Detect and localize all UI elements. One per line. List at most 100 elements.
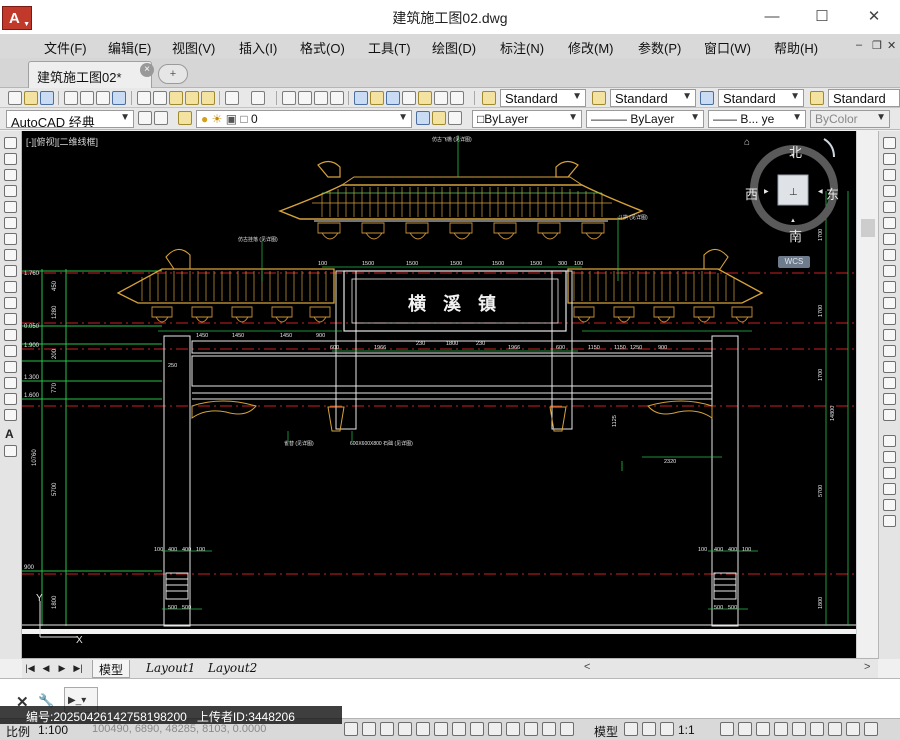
minimize-button[interactable]: — — [754, 6, 790, 28]
menu-edit[interactable]: 编辑(E) — [108, 38, 151, 57]
hatch-icon[interactable] — [4, 361, 17, 373]
annotation-visibility-icon[interactable] — [660, 722, 674, 736]
add-selected-icon[interactable] — [4, 445, 17, 457]
lineweight-icon[interactable] — [488, 722, 502, 736]
menu-help[interactable]: 帮助(H) — [774, 38, 818, 57]
break-icon[interactable] — [883, 329, 896, 341]
plot-style-select[interactable]: ByColor ▼ — [810, 110, 890, 128]
explode-icon[interactable] — [883, 409, 896, 421]
tool-palettes-icon[interactable] — [386, 91, 400, 105]
layer-previous-icon[interactable] — [432, 111, 446, 125]
circle-icon[interactable] — [4, 233, 17, 245]
annotation-monitor-icon[interactable] — [560, 722, 574, 736]
new-icon[interactable] — [8, 91, 22, 105]
quick-view-drawings-icon[interactable] — [642, 722, 656, 736]
model-space-button[interactable]: 模型 — [594, 723, 618, 740]
array-icon[interactable] — [883, 201, 896, 213]
tab-layout1[interactable]: Layout1 — [140, 660, 201, 678]
polar-icon[interactable] — [398, 722, 412, 736]
redo-icon[interactable] — [251, 91, 265, 105]
open-icon[interactable] — [24, 91, 38, 105]
match-properties-icon[interactable] — [185, 91, 199, 105]
bring-to-front-icon[interactable] — [883, 451, 896, 463]
menu-format[interactable]: 格式(O) — [300, 38, 345, 57]
mirror-icon[interactable] — [883, 169, 896, 181]
ellipse-icon[interactable] — [4, 281, 17, 293]
pan-icon[interactable] — [282, 91, 296, 105]
text-style-select[interactable]: Standard ▼ — [500, 89, 586, 107]
scale-icon[interactable] — [883, 249, 896, 261]
point-icon[interactable] — [4, 345, 17, 357]
grid-icon[interactable] — [344, 722, 358, 736]
quickcalc-icon[interactable] — [434, 91, 448, 105]
chamfer-icon[interactable] — [883, 361, 896, 373]
scroll-left-icon[interactable]: < — [584, 661, 590, 673]
insert-block-icon[interactable] — [4, 313, 17, 325]
text-above-icon[interactable] — [883, 515, 896, 527]
snap-icon[interactable] — [362, 722, 376, 736]
plot-preview-icon[interactable] — [80, 91, 94, 105]
menu-draw[interactable]: 绘图(D) — [432, 38, 476, 57]
join-icon[interactable] — [883, 345, 896, 357]
dim-style-select[interactable]: Standard ▼ — [610, 89, 696, 107]
break-at-point-icon[interactable] — [883, 313, 896, 325]
status-menu-icon[interactable] — [864, 722, 878, 736]
menu-modify[interactable]: 修改(M) — [568, 38, 614, 57]
ducs-icon[interactable] — [452, 722, 466, 736]
move-icon[interactable] — [883, 217, 896, 229]
extend-icon[interactable] — [883, 297, 896, 309]
clean-screen-icon[interactable] — [810, 722, 824, 736]
plot-icon[interactable] — [64, 91, 78, 105]
offset-icon[interactable] — [883, 185, 896, 197]
linetype-select[interactable]: ——— ByLayer ▼ — [586, 110, 704, 128]
scale-value[interactable]: 1:100 — [38, 723, 68, 737]
last-layout-icon[interactable]: ▶| — [72, 662, 84, 675]
copy-icon[interactable] — [153, 91, 167, 105]
multileader-style-icon[interactable] — [810, 91, 824, 105]
viewcube-south-label[interactable]: 南 — [789, 226, 802, 245]
revision-cloud-icon[interactable] — [4, 249, 17, 261]
rotate-icon[interactable] — [883, 233, 896, 245]
spline-icon[interactable] — [4, 265, 17, 277]
quick-view-layouts-icon[interactable] — [624, 722, 638, 736]
quick-properties-icon[interactable] — [524, 722, 538, 736]
viewcube-arrow-icon[interactable]: ▶ — [764, 189, 769, 195]
lineweight-select[interactable]: —— B... ye ▼ — [708, 110, 806, 128]
erase-icon[interactable] — [883, 137, 896, 149]
osnap-icon[interactable] — [416, 722, 430, 736]
isolate-objects-icon[interactable] — [792, 722, 806, 736]
dim-style-icon[interactable] — [592, 91, 606, 105]
new-tab-button[interactable]: + — [158, 64, 188, 84]
layer-properties-icon[interactable] — [178, 111, 192, 125]
customization-icon[interactable] — [828, 722, 842, 736]
line-icon[interactable] — [4, 137, 17, 149]
sheet-set-icon[interactable] — [402, 91, 416, 105]
first-layout-icon[interactable]: |◀ — [24, 662, 36, 675]
previous-layout-icon[interactable]: ◀ — [40, 662, 52, 675]
send-to-back-icon[interactable] — [883, 467, 896, 479]
region-icon[interactable] — [4, 393, 17, 405]
table-icon[interactable] — [4, 409, 17, 421]
stretch-icon[interactable] — [883, 265, 896, 277]
rectangle-icon[interactable] — [4, 201, 17, 213]
trim-icon[interactable] — [883, 281, 896, 293]
undo-icon[interactable] — [225, 91, 239, 105]
publish-icon[interactable] — [96, 91, 110, 105]
blend-curves-icon[interactable] — [883, 393, 896, 405]
multileader-style-select[interactable]: Standard — [828, 89, 900, 107]
scrollbar-thumb[interactable] — [861, 219, 875, 237]
maximize-button[interactable]: ☐ — [804, 6, 840, 28]
vertical-scrollbar[interactable] — [856, 131, 878, 658]
next-layout-icon[interactable]: ▶ — [56, 662, 68, 675]
arc-icon[interactable] — [4, 217, 17, 229]
menu-tools[interactable]: 工具(T) — [368, 38, 411, 57]
zoom-realtime-icon[interactable] — [298, 91, 312, 105]
viewcube-arrow-icon[interactable]: ▲ — [790, 218, 796, 224]
viewport-controls[interactable]: [-][俯视][二维线框] — [26, 135, 98, 148]
doc-close-button[interactable]: ✕ — [887, 39, 896, 52]
tab-model[interactable]: 模型 — [92, 660, 131, 678]
polyline-icon[interactable] — [4, 169, 17, 181]
doc-minimize-button[interactable]: – — [856, 39, 862, 51]
dyn-icon[interactable] — [470, 722, 484, 736]
gradient-icon[interactable] — [4, 377, 17, 389]
